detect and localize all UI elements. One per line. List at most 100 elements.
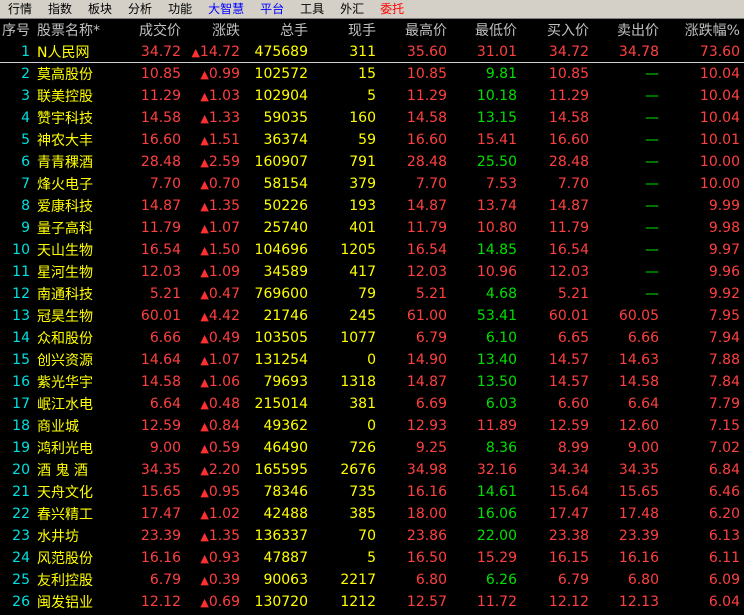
bid-price: 6.65 — [557, 330, 589, 346]
price-change-value: 0.47 — [208, 286, 240, 302]
menu-item[interactable]: 分析 — [120, 0, 160, 18]
table-row[interactable]: 25 友利控股 6.79 ▲0.39 90063 2217 6.80 6.26 6.79 6.80… — [0, 569, 744, 591]
row-index: 18 — [12, 418, 30, 434]
bid-price: 11.79 — [548, 220, 589, 236]
table-row[interactable]: 5 神农大丰 16.60 ▲1.51 36374 59 16.60 15.41 16.60—10… — [0, 129, 744, 151]
table-row[interactable]: 1 N人民网 34.72 ▲14.72 475689 311 35.60 31.01 34.72… — [0, 41, 744, 63]
ask-price: 15.65 — [618, 484, 659, 500]
ask-price: — — [645, 220, 659, 236]
price-change-value: 0.69 — [208, 594, 240, 610]
total-volume: 36374 — [263, 132, 308, 148]
price-change-value: 1.02 — [208, 506, 240, 522]
table-row[interactable]: 6 青青稞酒 28.48 ▲2.59 160907 791 28.48 25.50 28.48—… — [0, 151, 744, 173]
low-price: 10.80 — [476, 220, 517, 236]
change-percent: 6.04 — [708, 594, 740, 610]
menu-item[interactable]: 功能 — [160, 0, 200, 18]
last-price: 16.16 — [140, 550, 181, 566]
up-arrow-icon: ▲ — [200, 508, 209, 521]
table-row[interactable]: 9 量子高科 11.79 ▲1.07 25740 401 11.79 10.80 11.79—9… — [0, 217, 744, 239]
low-price: 14.85 — [476, 242, 517, 258]
stock-name: 星河生物 — [37, 265, 93, 281]
table-row[interactable]: 13 冠昊生物 60.01 ▲4.42 21746 245 61.00 53.41 60.01 6… — [0, 305, 744, 327]
current-volume: 0 — [367, 418, 376, 434]
table-row[interactable]: 26 闽发铝业 12.12 ▲0.69 130720 1212 12.57 11.72 12.1… — [0, 591, 744, 613]
price-change: ▲1.09 — [184, 264, 242, 280]
table-row[interactable]: 21 天舟文化 15.65 ▲0.95 78346 735 16.16 14.61 15.64 1… — [0, 481, 744, 503]
table-row[interactable]: 23 水井坊 23.39 ▲1.35 136337 70 23.86 22.00 23.38 23… — [0, 525, 744, 547]
change-percent: 7.02 — [708, 440, 740, 456]
header-no[interactable]: 序号 — [0, 20, 34, 40]
table-row[interactable]: 20 酒 鬼 酒 34.35 ▲2.20 165595 2676 34.98 32.16 34.… — [0, 459, 744, 481]
table-row[interactable]: 19 鸿利光电 9.00 ▲0.59 46490 726 9.25 8.36 8.99 9.00 7… — [0, 437, 744, 459]
table-row[interactable]: 18 商业城 12.59 ▲0.84 49362 0 12.93 11.89 12.59 12.6… — [0, 415, 744, 437]
menu-item[interactable]: 板块 — [80, 0, 120, 18]
bid-price: 6.79 — [557, 572, 589, 588]
high-price: 6.79 — [415, 330, 447, 346]
price-change: ▲0.95 — [184, 484, 242, 500]
stock-name: 冠昊生物 — [37, 309, 93, 325]
up-arrow-icon: ▲ — [200, 332, 209, 345]
last-price: 34.72 — [140, 44, 181, 60]
ask-price: — — [645, 176, 659, 192]
menu-item[interactable]: 委托 — [372, 0, 412, 18]
price-change-value: 0.93 — [208, 550, 240, 566]
header-low[interactable]: 最低价 — [450, 20, 520, 40]
table-row[interactable]: 7 烽火电子 7.70 ▲0.70 58154 379 7.70 7.53 7.70—10.00 — [0, 173, 744, 195]
high-price: 11.29 — [406, 88, 447, 104]
up-arrow-icon: ▲ — [200, 530, 209, 543]
table-row[interactable]: 16 紫光华宇 14.58 ▲1.06 79693 1318 14.87 13.50 14.57… — [0, 371, 744, 393]
ask-price: 17.48 — [618, 506, 659, 522]
table-row[interactable]: 8 爱康科技 14.87 ▲1.35 50226 193 14.87 13.74 14.87—9… — [0, 195, 744, 217]
table-row[interactable]: 24 风范股份 16.16 ▲0.93 47887 5 16.50 15.29 16.15 16.… — [0, 547, 744, 569]
header-high[interactable]: 最高价 — [378, 20, 450, 40]
header-ask[interactable]: 卖出价 — [592, 20, 662, 40]
header-current-volume[interactable]: 现手 — [310, 20, 378, 40]
table-row[interactable]: 3 联美控股 11.29 ▲1.03 102904 5 11.29 10.18 11.29—10… — [0, 85, 744, 107]
last-price: 7.70 — [149, 176, 181, 192]
high-price: 18.00 — [406, 506, 447, 522]
price-change: ▲0.69 — [184, 594, 242, 610]
header-name[interactable]: 股票名称* — [34, 20, 114, 40]
table-row[interactable]: 22 春兴精工 17.47 ▲1.02 42488 385 18.00 16.06 17.47 1… — [0, 503, 744, 525]
header-change-pct[interactable]: 涨跌幅% — [662, 20, 744, 40]
table-row[interactable]: 10 天山生物 16.54 ▲1.50 104696 1205 16.54 14.85 16.5… — [0, 239, 744, 261]
current-volume: 311 — [349, 44, 376, 60]
header-price[interactable]: 成交价 — [114, 20, 184, 40]
price-change: ▲1.50 — [184, 242, 242, 258]
up-arrow-icon: ▲ — [200, 178, 209, 191]
change-percent: 7.88 — [708, 352, 740, 368]
row-index: 15 — [12, 352, 30, 368]
header-volume[interactable]: 总手 — [242, 20, 310, 40]
total-volume: 90063 — [263, 572, 308, 588]
row-index: 21 — [12, 484, 30, 500]
menu-item[interactable]: 外汇 — [332, 0, 372, 18]
header-change[interactable]: 涨跌 — [184, 20, 242, 40]
menu-item[interactable]: 工具 — [292, 0, 332, 18]
menu-item[interactable]: 行情 — [0, 0, 40, 18]
header-bid[interactable]: 买入价 — [520, 20, 592, 40]
table-header: 序号 股票名称* 成交价 涨跌 总手 现手 最高价 最低价 买入价 卖出价 涨跌… — [0, 19, 744, 41]
table-row[interactable]: 14 众和股份 6.66 ▲0.49 103505 1077 6.79 6.10 6.65 6.6… — [0, 327, 744, 349]
up-arrow-icon: ▲ — [200, 574, 209, 587]
menu-item[interactable]: 大智慧 — [200, 0, 252, 18]
table-row[interactable]: 15 创兴资源 14.64 ▲1.07 131254 0 14.90 13.40 14.57 14… — [0, 349, 744, 371]
bid-price: 34.34 — [548, 462, 589, 478]
high-price: 23.86 — [406, 528, 447, 544]
stock-name: 商业城 — [37, 419, 79, 435]
up-arrow-icon: ▲ — [200, 486, 209, 499]
current-volume: 59 — [358, 132, 376, 148]
table-row[interactable]: 12 南通科技 5.21 ▲0.47 769600 79 5.21 4.68 5.21—9.92 — [0, 283, 744, 305]
total-volume: 102904 — [254, 88, 308, 104]
table-row[interactable]: 17 岷江水电 6.64 ▲0.48 215014 381 6.69 6.03 6.60 6.64… — [0, 393, 744, 415]
total-volume: 160907 — [254, 154, 308, 170]
change-percent: 10.00 — [699, 176, 740, 192]
row-index: 5 — [21, 132, 30, 148]
table-row[interactable]: 4 赞宇科技 14.58 ▲1.33 59035 160 14.58 13.15 14.58—1… — [0, 107, 744, 129]
bid-price: 14.57 — [548, 374, 589, 390]
menu-item[interactable]: 平台 — [252, 0, 292, 18]
table-row[interactable]: 2 莫高股份 10.85 ▲0.99 102572 15 10.85 9.81 10.85—10… — [0, 63, 744, 85]
menu-item[interactable]: 指数 — [40, 0, 80, 18]
price-change: ▲4.42 — [184, 308, 242, 324]
table-row[interactable]: 11 星河生物 12.03 ▲1.09 34589 417 12.03 10.96 12.03—… — [0, 261, 744, 283]
ask-price: — — [645, 132, 659, 148]
